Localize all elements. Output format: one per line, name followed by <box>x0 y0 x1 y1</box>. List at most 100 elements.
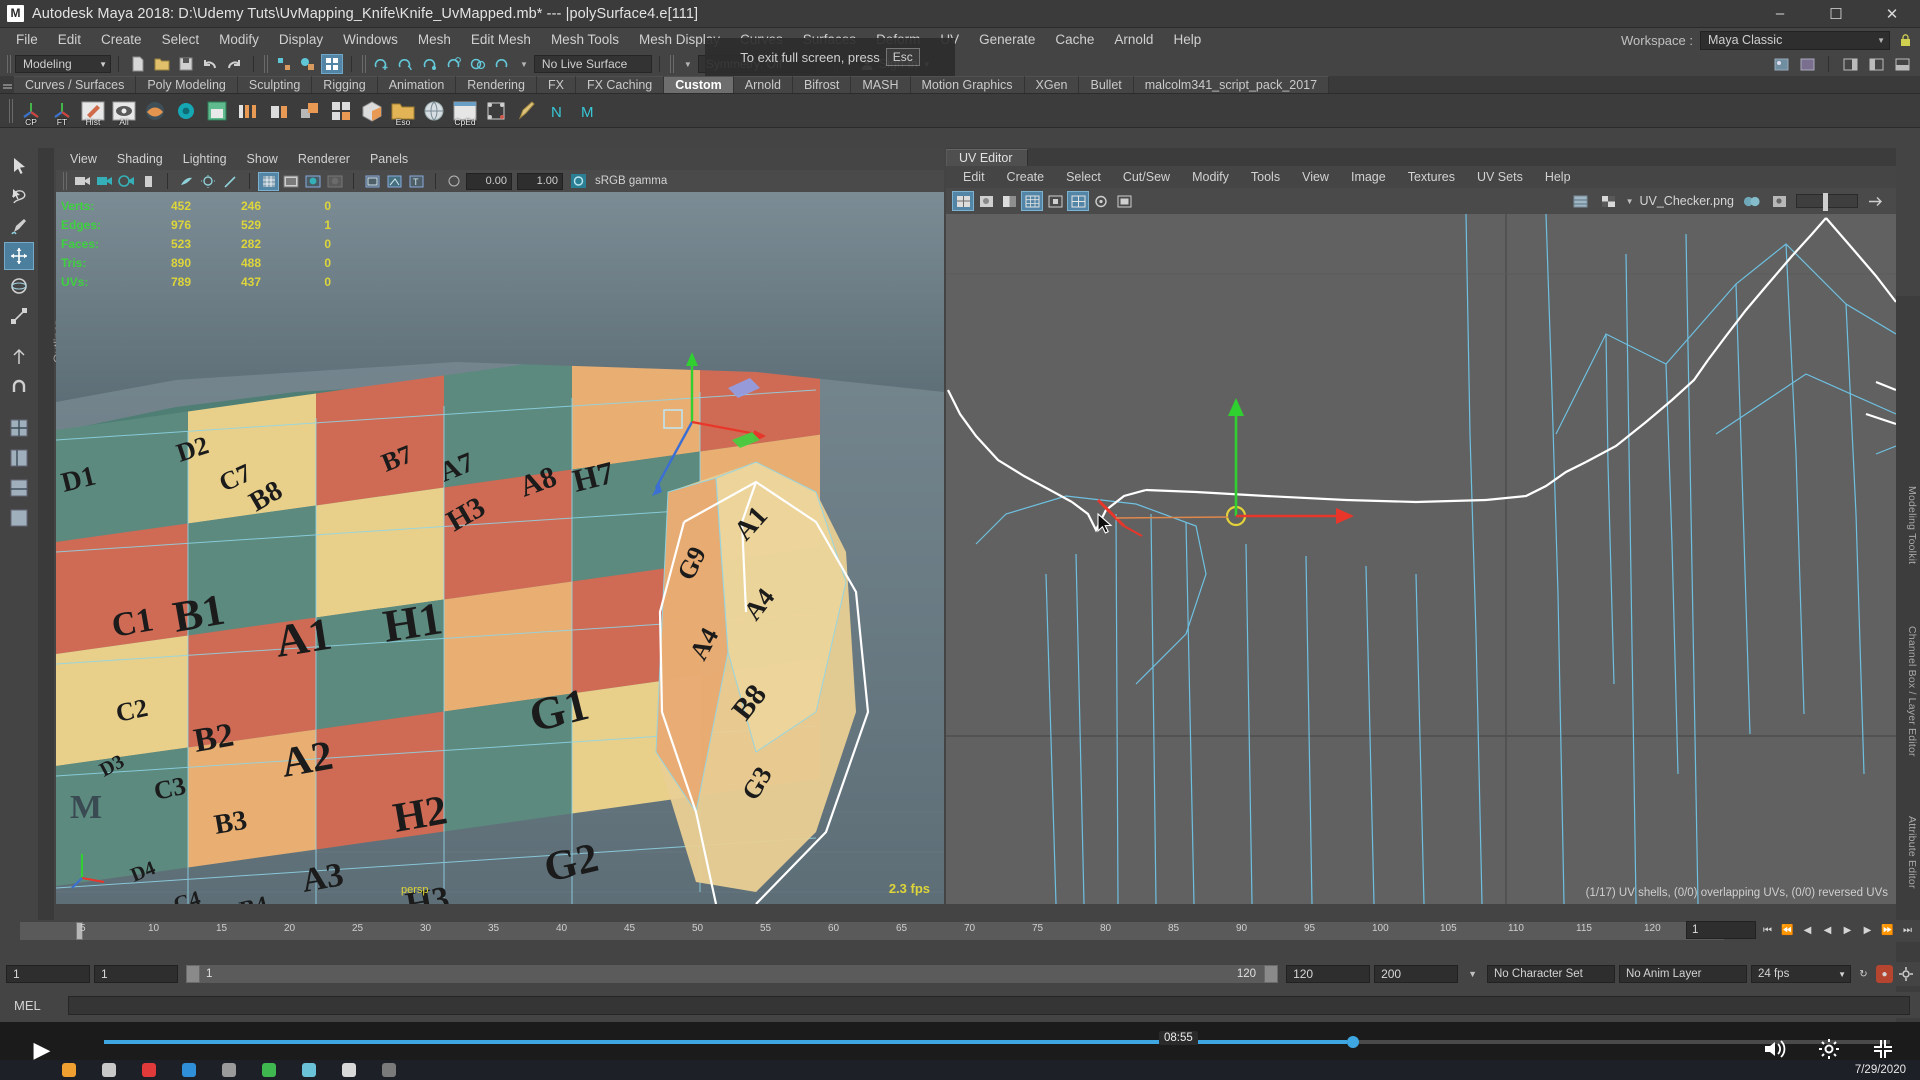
menu-modify[interactable]: Modify <box>209 28 269 52</box>
render-view-icon[interactable] <box>1770 54 1792 74</box>
shelf-tab-bifrost[interactable]: Bifrost <box>792 76 852 93</box>
close-button[interactable]: ✕ <box>1864 0 1920 28</box>
uv-texture-list-icon[interactable] <box>1570 191 1592 211</box>
snap-to-projected-center-icon[interactable] <box>443 54 465 74</box>
shelf-menu-icon[interactable] <box>0 76 14 93</box>
shelf-tab-fx[interactable]: FX <box>536 76 576 93</box>
uv-menu-select[interactable]: Select <box>1055 170 1112 184</box>
prev-frame-icon[interactable]: ◀ <box>1799 921 1816 939</box>
menu-help[interactable]: Help <box>1163 28 1211 52</box>
menu-edit-mesh[interactable]: Edit Mesh <box>461 28 541 52</box>
toolbar-grip[interactable] <box>7 55 12 73</box>
uv-menu-image[interactable]: Image <box>1340 170 1397 184</box>
cped-shelf-icon[interactable]: CpEd <box>451 96 479 127</box>
save-scene-icon[interactable] <box>175 54 197 74</box>
shelf-tab-animation[interactable]: Animation <box>377 76 457 93</box>
video-progress-handle[interactable] <box>1347 1036 1360 1048</box>
taskbar-icon-extra[interactable] <box>382 1063 396 1077</box>
chevron-down-icon[interactable]: ▼ <box>1462 969 1483 979</box>
viewport-toolbar-grip[interactable] <box>63 172 68 190</box>
hist-shelf-icon[interactable]: Hist <box>79 96 107 127</box>
extract-shelf-icon[interactable] <box>265 96 293 126</box>
display-uv-grid-icon[interactable] <box>1021 191 1043 211</box>
image-plane-icon[interactable] <box>138 172 159 191</box>
show-hide-channel-box-icon[interactable] <box>1891 54 1913 74</box>
lasso-select-tool-icon[interactable] <box>4 182 34 210</box>
toolbar-grip[interactable] <box>669 55 675 73</box>
shelf-tab-xgen[interactable]: XGen <box>1024 76 1080 93</box>
auto-key-icon[interactable]: ● <box>1876 965 1893 983</box>
uv-menu-textures[interactable]: Textures <box>1397 170 1466 184</box>
menu-edit[interactable]: Edit <box>48 28 91 52</box>
exposure-field[interactable]: 0.00 <box>466 172 512 190</box>
smooth-shade-all-icon[interactable] <box>280 172 301 191</box>
range-start-field[interactable]: 1 <box>94 965 178 983</box>
uv-dim-slider-handle[interactable] <box>1823 193 1828 211</box>
wireframe-on-shaded-icon[interactable] <box>258 171 279 191</box>
rotate-tool-icon[interactable] <box>4 272 34 300</box>
chevron-down-icon[interactable]: ▼ <box>520 60 528 69</box>
chevron-down-icon[interactable]: ▼ <box>684 60 692 69</box>
color-management-icon[interactable] <box>568 172 589 191</box>
uv-menu-view[interactable]: View <box>1291 170 1340 184</box>
menu-create[interactable]: Create <box>91 28 152 52</box>
viewport-menu-panels[interactable]: Panels <box>360 152 418 166</box>
new-scene-icon[interactable] <box>127 54 149 74</box>
use-all-lights-icon[interactable] <box>324 172 345 191</box>
toggle-texture-display-icon[interactable] <box>952 191 974 211</box>
dim-image-icon[interactable] <box>998 191 1020 211</box>
menu-display[interactable]: Display <box>269 28 333 52</box>
taskbar-icon-firefox[interactable] <box>62 1063 76 1077</box>
uv-editor-canvas[interactable]: (1/17) UV shells, (0/0) overlapping UVs,… <box>946 214 1896 904</box>
animation-preferences-icon[interactable] <box>1897 965 1914 983</box>
redo-icon[interactable] <box>223 54 245 74</box>
shelf-tab-fx-caching[interactable]: FX Caching <box>575 76 665 93</box>
display-image-ratio-icon[interactable] <box>1067 191 1089 211</box>
live-surface-field[interactable]: No Live Surface <box>533 55 652 73</box>
outliner-collapsed-strip[interactable]: Outliner <box>38 148 65 920</box>
taskbar-clock[interactable]: 7/29/2020 <box>1855 1064 1920 1076</box>
snap-to-point-icon[interactable] <box>419 54 441 74</box>
viewport-menu-show[interactable]: Show <box>237 152 288 166</box>
paint-select-tool-icon[interactable] <box>4 212 34 240</box>
select-tool-icon[interactable] <box>4 152 34 180</box>
toggle-filtered-image-icon[interactable] <box>975 191 997 211</box>
mel-command-input[interactable] <box>68 995 1910 1015</box>
first-frame-icon[interactable]: ⏮ <box>1759 921 1776 939</box>
exposure-icon[interactable] <box>444 172 465 191</box>
ipr-render-icon[interactable] <box>1796 54 1818 74</box>
snap-magnet-icon[interactable] <box>4 373 34 401</box>
m-shelf-icon[interactable]: M <box>575 96 603 126</box>
viewport-menu-view[interactable]: View <box>60 152 107 166</box>
maximize-button[interactable]: ☐ <box>1808 0 1864 28</box>
shadows-icon[interactable] <box>198 172 219 191</box>
spotlight-icon[interactable] <box>220 172 241 191</box>
uv-distortion-icon[interactable] <box>1090 191 1112 211</box>
toolbar-grip[interactable] <box>362 55 367 73</box>
cp-shelf-icon[interactable]: CP <box>17 96 45 127</box>
uv-editor-panel[interactable]: UV Editor Edit Create Select Cut/Sew Mod… <box>946 148 1896 904</box>
xray-joints-icon[interactable] <box>384 172 405 191</box>
circle-shelf-icon[interactable] <box>172 96 200 126</box>
range-bar-left-handle[interactable] <box>186 965 200 983</box>
four-view-layout-icon[interactable] <box>4 414 34 442</box>
uv-expand-panel-icon[interactable] <box>1864 191 1886 211</box>
toolbar-grip[interactable] <box>264 55 269 73</box>
time-slider-track[interactable]: 5 10 15 20 25 30 35 40 45 50 55 60 65 70… <box>20 922 1724 940</box>
paint-shelf-icon[interactable] <box>513 96 541 126</box>
viewport-menu-lighting[interactable]: Lighting <box>173 152 237 166</box>
gear-icon[interactable] <box>1816 1036 1842 1062</box>
snap-to-view-plane-icon[interactable] <box>467 54 489 74</box>
next-key-icon[interactable]: ⏩ <box>1879 921 1896 939</box>
menu-mesh[interactable]: Mesh <box>408 28 461 52</box>
gamma-field[interactable]: 1.00 <box>517 172 563 190</box>
make-live-icon[interactable] <box>491 54 513 74</box>
shelf-tab-sculpting[interactable]: Sculpting <box>237 76 313 93</box>
menu-mesh-tools[interactable]: Mesh Tools <box>541 28 629 52</box>
ft-shelf-icon[interactable]: FT <box>48 96 76 127</box>
uv-menu-cut-sew[interactable]: Cut/Sew <box>1112 170 1181 184</box>
isolate-select-icon[interactable] <box>1113 191 1135 211</box>
workspace-dropdown[interactable]: Maya Classic ▼ <box>1700 30 1890 50</box>
combine-shelf-icon[interactable] <box>296 96 324 126</box>
uv-menu-edit[interactable]: Edit <box>952 170 996 184</box>
